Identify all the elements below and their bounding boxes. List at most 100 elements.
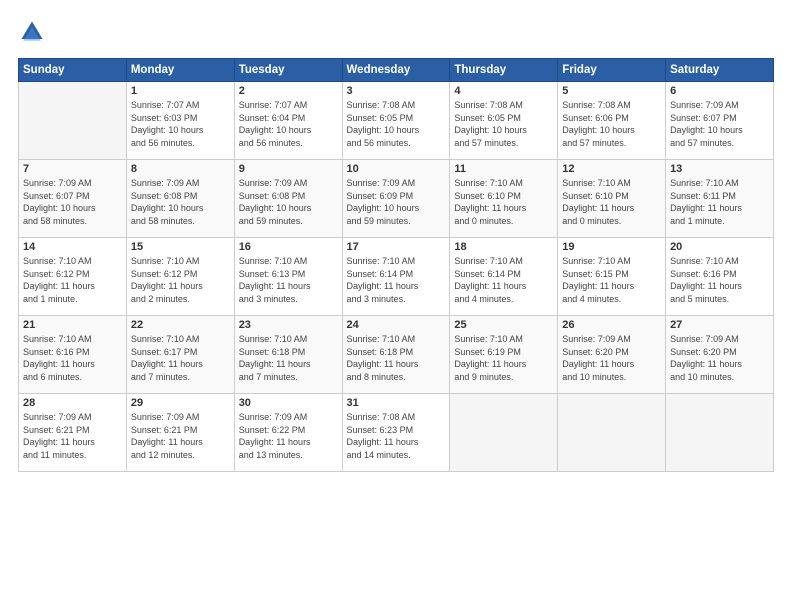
day-cell: 30 Sunrise: 7:09 AM Sunset: 6:22 PM Dayli… [234, 394, 342, 472]
day-cell: 31 Sunrise: 7:08 AM Sunset: 6:23 PM Dayli… [342, 394, 450, 472]
day-info: Sunrise: 7:09 AM Sunset: 6:08 PM Dayligh… [131, 177, 230, 227]
day-cell: 17Sunrise: 7:10 AM Sunset: 6:14 PM Dayli… [342, 238, 450, 316]
day-number: 31 [347, 397, 446, 409]
day-number: 23 [239, 319, 338, 331]
day-number: 11 [454, 163, 553, 175]
day-cell: 25Sunrise: 7:10 AM Sunset: 6:19 PM Dayli… [450, 316, 558, 394]
day-cell: 9 Sunrise: 7:09 AM Sunset: 6:08 PM Daylig… [234, 160, 342, 238]
week-row-4: 28 Sunrise: 7:09 AM Sunset: 6:21 PM Dayli… [19, 394, 774, 472]
day-info: Sunrise: 7:10 AM Sunset: 6:14 PM Dayligh… [454, 255, 553, 305]
day-number: 9 [239, 163, 338, 175]
week-row-1: 7 Sunrise: 7:09 AM Sunset: 6:07 PM Daylig… [19, 160, 774, 238]
day-info: Sunrise: 7:09 AM Sunset: 6:21 PM Dayligh… [23, 411, 122, 461]
day-cell: 16Sunrise: 7:10 AM Sunset: 6:13 PM Dayli… [234, 238, 342, 316]
day-number: 21 [23, 319, 122, 331]
day-info: Sunrise: 7:09 AM Sunset: 6:07 PM Dayligh… [23, 177, 122, 227]
day-number: 13 [670, 163, 769, 175]
day-number: 18 [454, 241, 553, 253]
week-row-0: 1Sunrise: 7:07 AM Sunset: 6:03 PM Daylig… [19, 82, 774, 160]
day-info: Sunrise: 7:10 AM Sunset: 6:14 PM Dayligh… [347, 255, 446, 305]
day-info: Sunrise: 7:09 AM Sunset: 6:21 PM Dayligh… [131, 411, 230, 461]
day-cell: 6 Sunrise: 7:09 AM Sunset: 6:07 PM Daylig… [666, 82, 774, 160]
day-cell: 10 Sunrise: 7:09 AM Sunset: 6:09 PM Dayli… [342, 160, 450, 238]
day-info: Sunrise: 7:10 AM Sunset: 6:10 PM Dayligh… [562, 177, 661, 227]
day-cell: 14Sunrise: 7:10 AM Sunset: 6:12 PM Dayli… [19, 238, 127, 316]
day-info: Sunrise: 7:08 AM Sunset: 6:23 PM Dayligh… [347, 411, 446, 461]
day-number: 1 [131, 85, 230, 97]
day-info: Sunrise: 7:09 AM Sunset: 6:07 PM Dayligh… [670, 99, 769, 149]
day-info: Sunrise: 7:07 AM Sunset: 6:04 PM Dayligh… [239, 99, 338, 149]
day-info: Sunrise: 7:08 AM Sunset: 6:06 PM Dayligh… [562, 99, 661, 149]
day-cell: 1Sunrise: 7:07 AM Sunset: 6:03 PM Daylig… [126, 82, 234, 160]
day-cell: 21 Sunrise: 7:10 AM Sunset: 6:16 PM Dayli… [19, 316, 127, 394]
day-cell: 20 Sunrise: 7:10 AM Sunset: 6:16 PM Dayli… [666, 238, 774, 316]
calendar-table: SundayMondayTuesdayWednesdayThursdayFrid… [18, 58, 774, 472]
day-info: Sunrise: 7:10 AM Sunset: 6:18 PM Dayligh… [347, 333, 446, 383]
day-number: 10 [347, 163, 446, 175]
day-number: 7 [23, 163, 122, 175]
day-number: 5 [562, 85, 661, 97]
day-number: 29 [131, 397, 230, 409]
day-cell: 5 Sunrise: 7:08 AM Sunset: 6:06 PM Daylig… [558, 82, 666, 160]
day-info: Sunrise: 7:10 AM Sunset: 6:17 PM Dayligh… [131, 333, 230, 383]
day-number: 20 [670, 241, 769, 253]
day-number: 3 [347, 85, 446, 97]
day-info: Sunrise: 7:10 AM Sunset: 6:12 PM Dayligh… [131, 255, 230, 305]
day-cell: 24 Sunrise: 7:10 AM Sunset: 6:18 PM Dayli… [342, 316, 450, 394]
day-number: 19 [562, 241, 661, 253]
day-info: Sunrise: 7:10 AM Sunset: 6:11 PM Dayligh… [670, 177, 769, 227]
header-cell-monday: Monday [126, 59, 234, 82]
day-cell: 4Sunrise: 7:08 AM Sunset: 6:05 PM Daylig… [450, 82, 558, 160]
header-row: SundayMondayTuesdayWednesdayThursdayFrid… [19, 59, 774, 82]
day-info: Sunrise: 7:10 AM Sunset: 6:18 PM Dayligh… [239, 333, 338, 383]
day-number: 16 [239, 241, 338, 253]
day-info: Sunrise: 7:10 AM Sunset: 6:15 PM Dayligh… [562, 255, 661, 305]
day-number: 4 [454, 85, 553, 97]
day-number: 6 [670, 85, 769, 97]
day-number: 27 [670, 319, 769, 331]
day-cell: 28 Sunrise: 7:09 AM Sunset: 6:21 PM Dayli… [19, 394, 127, 472]
day-number: 15 [131, 241, 230, 253]
day-info: Sunrise: 7:10 AM Sunset: 6:12 PM Dayligh… [23, 255, 122, 305]
day-cell: 26 Sunrise: 7:09 AM Sunset: 6:20 PM Dayli… [558, 316, 666, 394]
day-cell: 27 Sunrise: 7:09 AM Sunset: 6:20 PM Dayli… [666, 316, 774, 394]
day-cell: 19 Sunrise: 7:10 AM Sunset: 6:15 PM Dayli… [558, 238, 666, 316]
day-number: 26 [562, 319, 661, 331]
page: SundayMondayTuesdayWednesdayThursdayFrid… [0, 0, 792, 612]
header-cell-saturday: Saturday [666, 59, 774, 82]
day-cell: 29 Sunrise: 7:09 AM Sunset: 6:21 PM Dayli… [126, 394, 234, 472]
day-info: Sunrise: 7:09 AM Sunset: 6:22 PM Dayligh… [239, 411, 338, 461]
day-number: 25 [454, 319, 553, 331]
header-cell-tuesday: Tuesday [234, 59, 342, 82]
day-cell [19, 82, 127, 160]
day-info: Sunrise: 7:09 AM Sunset: 6:20 PM Dayligh… [670, 333, 769, 383]
day-info: Sunrise: 7:10 AM Sunset: 6:16 PM Dayligh… [670, 255, 769, 305]
day-info: Sunrise: 7:09 AM Sunset: 6:20 PM Dayligh… [562, 333, 661, 383]
logo [18, 18, 50, 46]
day-info: Sunrise: 7:09 AM Sunset: 6:09 PM Dayligh… [347, 177, 446, 227]
day-cell: 22 Sunrise: 7:10 AM Sunset: 6:17 PM Dayli… [126, 316, 234, 394]
day-cell: 18 Sunrise: 7:10 AM Sunset: 6:14 PM Dayli… [450, 238, 558, 316]
week-row-2: 14Sunrise: 7:10 AM Sunset: 6:12 PM Dayli… [19, 238, 774, 316]
day-cell: 23 Sunrise: 7:10 AM Sunset: 6:18 PM Dayli… [234, 316, 342, 394]
day-info: Sunrise: 7:09 AM Sunset: 6:08 PM Dayligh… [239, 177, 338, 227]
day-info: Sunrise: 7:08 AM Sunset: 6:05 PM Dayligh… [347, 99, 446, 149]
header-cell-friday: Friday [558, 59, 666, 82]
day-cell: 12Sunrise: 7:10 AM Sunset: 6:10 PM Dayli… [558, 160, 666, 238]
header-cell-sunday: Sunday [19, 59, 127, 82]
day-number: 22 [131, 319, 230, 331]
day-number: 2 [239, 85, 338, 97]
day-cell: 3 Sunrise: 7:08 AM Sunset: 6:05 PM Daylig… [342, 82, 450, 160]
day-number: 28 [23, 397, 122, 409]
day-cell [450, 394, 558, 472]
header-cell-thursday: Thursday [450, 59, 558, 82]
day-number: 8 [131, 163, 230, 175]
week-row-3: 21 Sunrise: 7:10 AM Sunset: 6:16 PM Dayli… [19, 316, 774, 394]
day-cell: 15 Sunrise: 7:10 AM Sunset: 6:12 PM Dayli… [126, 238, 234, 316]
day-cell: 7 Sunrise: 7:09 AM Sunset: 6:07 PM Daylig… [19, 160, 127, 238]
day-info: Sunrise: 7:10 AM Sunset: 6:16 PM Dayligh… [23, 333, 122, 383]
day-cell: 2 Sunrise: 7:07 AM Sunset: 6:04 PM Daylig… [234, 82, 342, 160]
day-number: 24 [347, 319, 446, 331]
day-number: 30 [239, 397, 338, 409]
day-cell [558, 394, 666, 472]
